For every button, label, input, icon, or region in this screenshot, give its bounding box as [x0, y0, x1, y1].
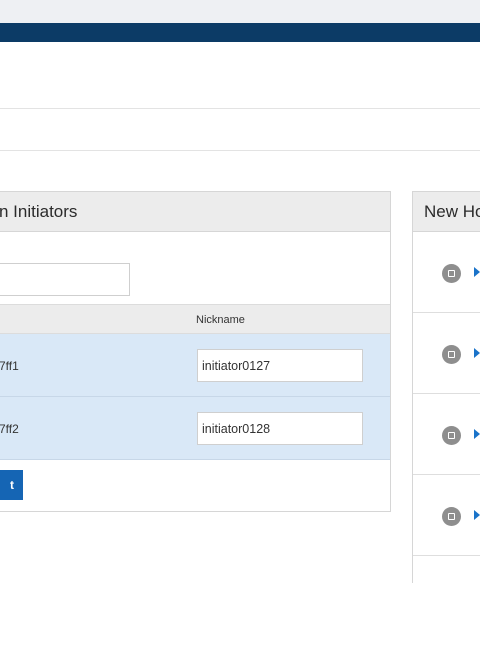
app-header-bar: [0, 23, 480, 42]
expand-arrow-icon[interactable]: [474, 267, 480, 277]
browser-top-bar: [0, 0, 480, 23]
divider: [0, 150, 480, 151]
table-row[interactable]: 7ff2: [0, 397, 390, 460]
initiators-panel: n Initiators Nickname 7ff1 7ff2 t: [0, 191, 391, 512]
stop-icon[interactable]: [442, 507, 461, 526]
expand-arrow-icon[interactable]: [474, 429, 480, 439]
list-item[interactable]: [413, 475, 480, 556]
expand-arrow-icon[interactable]: [474, 348, 480, 358]
list-item[interactable]: [413, 232, 480, 313]
list-item[interactable]: [413, 394, 480, 475]
wwn-cell: 7ff1: [0, 359, 19, 373]
nickname-input[interactable]: [197, 412, 363, 445]
submit-button[interactable]: t: [0, 470, 23, 500]
filter-input[interactable]: [0, 263, 130, 296]
nickname-input[interactable]: [197, 349, 363, 382]
stop-icon[interactable]: [442, 426, 461, 445]
column-header-nickname: Nickname: [196, 314, 245, 326]
new-host-panel: New Ho: [412, 191, 480, 583]
stop-icon[interactable]: [442, 345, 461, 364]
table-header: Nickname: [0, 304, 390, 334]
panel-title: New Ho: [413, 192, 480, 232]
expand-arrow-icon[interactable]: [474, 510, 480, 520]
table-row[interactable]: 7ff1: [0, 334, 390, 397]
panel-title: n Initiators: [0, 192, 390, 232]
list-item[interactable]: [413, 313, 480, 394]
stop-icon[interactable]: [442, 264, 461, 283]
divider: [0, 108, 480, 109]
wwn-cell: 7ff2: [0, 422, 19, 436]
